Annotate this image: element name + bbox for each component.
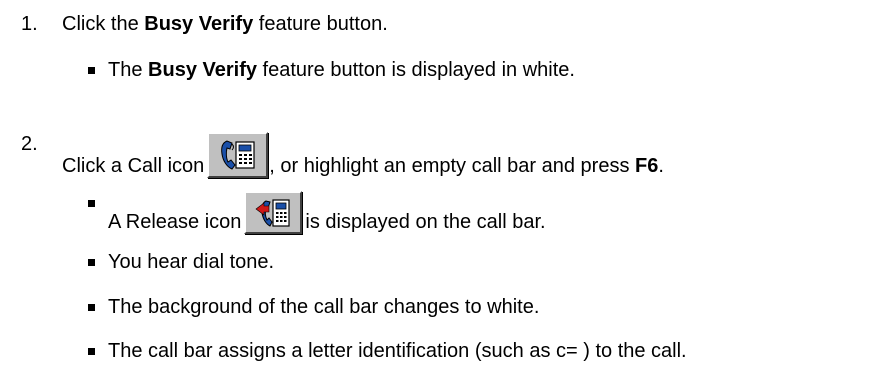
bullet-marker [88,200,95,207]
bullet-text: A Release icon is displayed on the call … [108,191,546,234]
bullet-text-part: is displayed on the call bar. [305,211,546,233]
bullet-text-part: A Release icon [108,211,242,233]
bullet-text: The background of the call bar changes t… [108,296,540,318]
bullet-text-part: The [108,59,149,81]
release-icon [244,191,303,234]
call-icon [207,132,269,178]
bullet-text: The Busy Verify feature button is displa… [108,58,575,82]
step-text-part: . [658,155,664,177]
bullet-text-part: feature button is displayed in white. [256,59,575,81]
bullet-marker [88,259,95,266]
step-text: Click a Call icon , or highlight an empt… [62,132,664,178]
bullet-marker [88,348,95,355]
step-text-part: Click a Call icon [62,155,205,177]
instruction-document: 1. Click the Busy Verify feature button.… [0,0,869,379]
feature-name: Busy Verify [148,59,257,81]
release-icon-graphic [255,198,291,227]
step-number: 2. [21,133,38,155]
bullet-marker [88,304,95,311]
step-text: Click the Busy Verify feature button. [62,12,388,36]
feature-name: Busy Verify [144,13,254,35]
key-name: F6 [635,155,659,177]
step-text-part: feature button. [253,13,388,35]
step-text-part: Click the [62,13,145,35]
bullet-text: The call bar assigns a letter identifica… [108,340,687,362]
bullet-text: You hear dial tone. [108,251,275,273]
step-number: 1. [21,13,38,35]
step-text-part: , or highlight an empty call bar and pre… [269,155,636,177]
bullet-marker [88,67,95,74]
call-icon-graphic [220,140,255,170]
